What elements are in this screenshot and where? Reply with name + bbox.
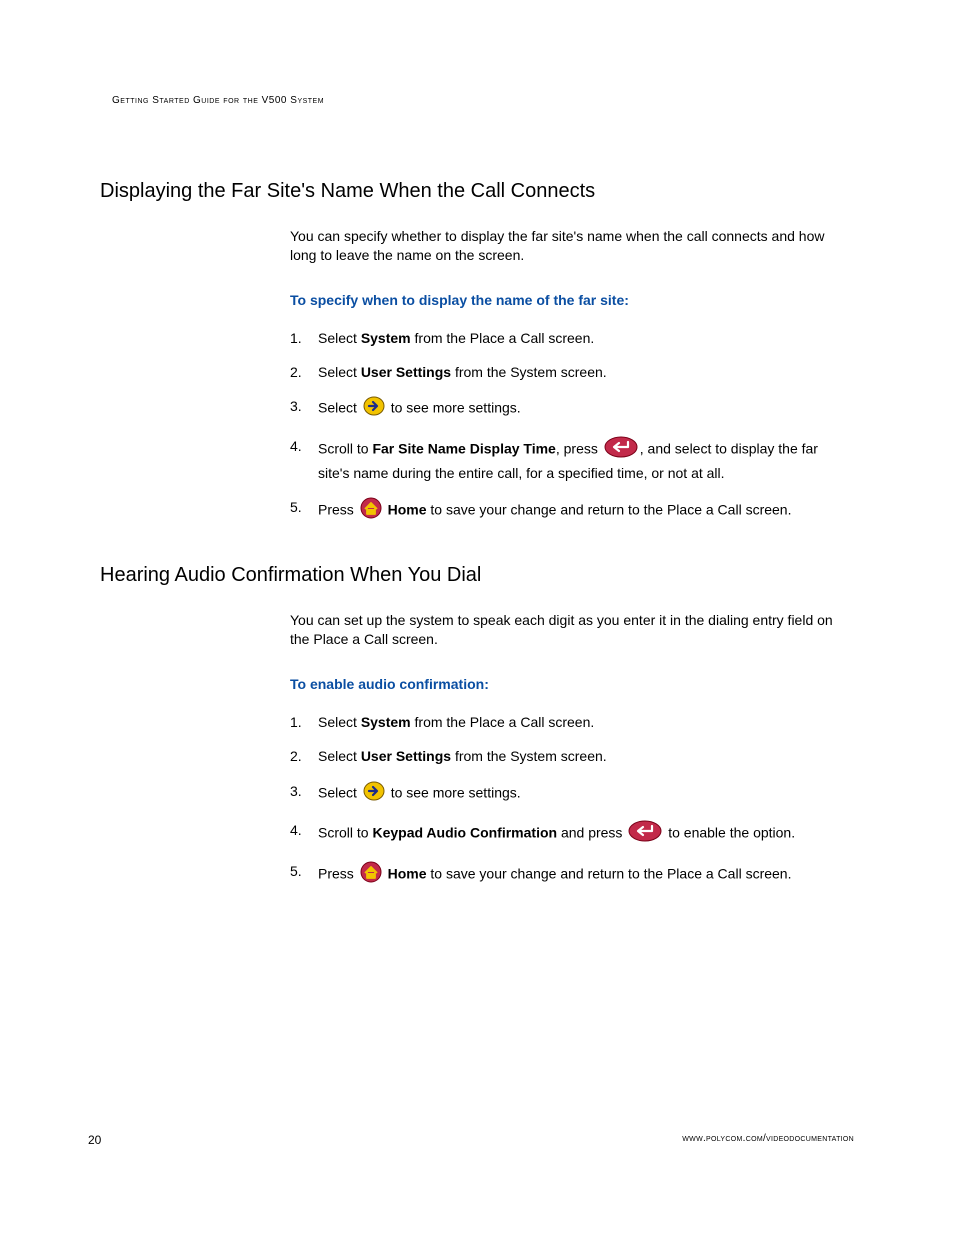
- step-text: to save your change and return to the Pl…: [426, 866, 791, 882]
- step-bold: User Settings: [361, 364, 451, 380]
- step-list: Select System from the Place a Call scre…: [290, 328, 844, 525]
- step-text: from the System screen.: [451, 748, 607, 764]
- step-bold: User Settings: [361, 748, 451, 764]
- step-item: Select User Settings from the System scr…: [290, 746, 844, 766]
- home-icon: [360, 861, 382, 888]
- step-text: from the System screen.: [451, 364, 607, 380]
- step-item: Select System from the Place a Call scre…: [290, 712, 844, 732]
- arrow-right-icon: [363, 781, 385, 806]
- step-text: Press: [318, 866, 358, 882]
- step-text: Scroll to: [318, 440, 372, 456]
- step-text: Scroll to: [318, 824, 372, 840]
- arrow-right-icon: [363, 396, 385, 421]
- task-heading: To enable audio confirmation:: [290, 675, 844, 694]
- step-bold: Home: [384, 502, 427, 518]
- step-text: to see more settings.: [391, 400, 521, 416]
- step-item: Press Home to save your change and retur…: [290, 497, 844, 524]
- intro-paragraph: You can set up the system to speak each …: [290, 611, 844, 649]
- footer-url: www.polycom.com/videodocumentation: [682, 1133, 854, 1144]
- step-bold: Keypad Audio Confirmation: [372, 824, 557, 840]
- task-heading: To specify when to display the name of t…: [290, 291, 844, 310]
- step-text: Select: [318, 784, 361, 800]
- step-text: Select: [318, 330, 361, 346]
- section-title-far-site: Displaying the Far Site's Name When the …: [100, 180, 854, 203]
- enter-icon: [628, 820, 662, 847]
- step-text: to save your change and return to the Pl…: [426, 502, 791, 518]
- step-text: from the Place a Call screen.: [411, 330, 595, 346]
- step-item: Select to see more settings.: [290, 781, 844, 806]
- step-item: Scroll to Keypad Audio Confirmation and …: [290, 820, 844, 847]
- step-item: Scroll to Far Site Name Display Time, pr…: [290, 436, 844, 484]
- step-text: Select: [318, 364, 361, 380]
- step-item: Press Home to save your change and retur…: [290, 861, 844, 888]
- home-icon: [360, 497, 382, 524]
- enter-icon: [604, 436, 638, 463]
- step-text: Press: [318, 502, 358, 518]
- step-item: Select System from the Place a Call scre…: [290, 328, 844, 348]
- intro-paragraph: You can specify whether to display the f…: [290, 227, 844, 265]
- step-text: from the Place a Call screen.: [411, 714, 595, 730]
- step-item: Select User Settings from the System scr…: [290, 362, 844, 382]
- step-bold: System: [361, 330, 411, 346]
- step-text: and press: [557, 824, 626, 840]
- step-text: Select: [318, 400, 361, 416]
- step-list: Select System from the Place a Call scre…: [290, 712, 844, 888]
- step-text: , press: [556, 440, 602, 456]
- step-item: Select to see more settings.: [290, 396, 844, 421]
- section-title-audio-confirm: Hearing Audio Confirmation When You Dial: [100, 564, 854, 587]
- page-number: 20: [88, 1133, 101, 1147]
- step-bold: Far Site Name Display Time: [372, 440, 555, 456]
- step-text: to enable the option.: [664, 824, 795, 840]
- step-bold: Home: [384, 866, 427, 882]
- running-header: Getting Started Guide for the V500 Syste…: [112, 95, 854, 106]
- step-text: Select: [318, 748, 361, 764]
- step-text: Select: [318, 714, 361, 730]
- step-bold: System: [361, 714, 411, 730]
- step-text: to see more settings.: [391, 784, 521, 800]
